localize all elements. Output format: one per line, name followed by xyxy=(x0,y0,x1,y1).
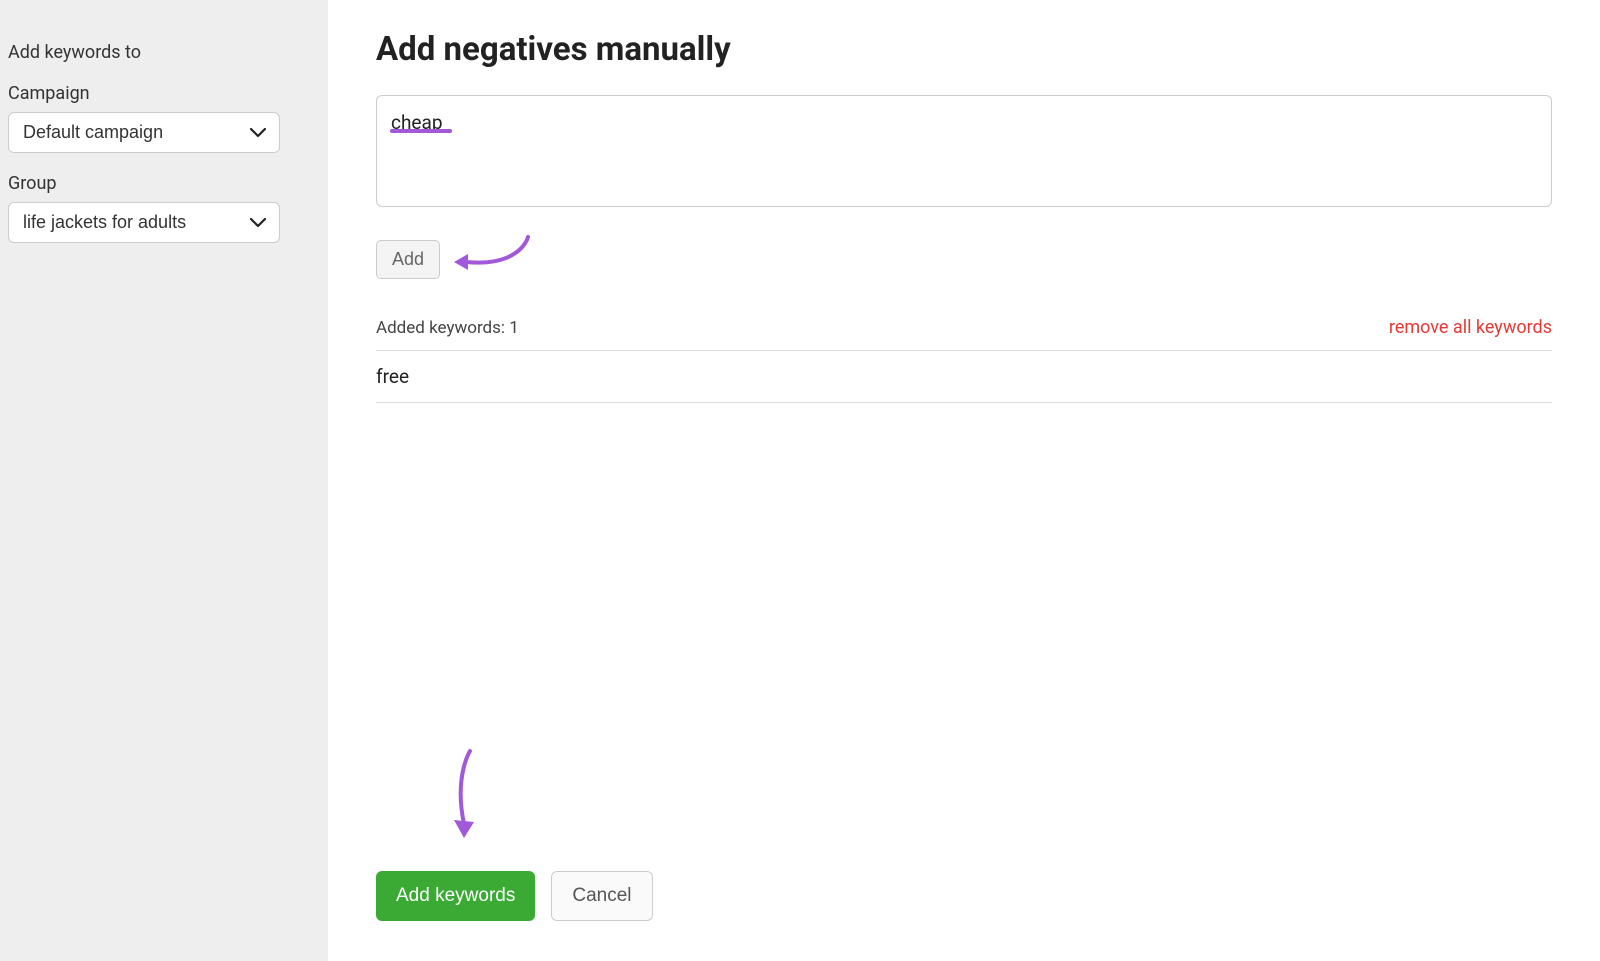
campaign-label: Campaign xyxy=(8,83,304,104)
annotation-arrow-icon xyxy=(442,746,492,851)
add-button[interactable]: Add xyxy=(376,240,440,279)
added-count-label: Added keywords: 1 xyxy=(376,318,519,338)
group-select[interactable]: life jackets for adults xyxy=(8,202,280,243)
remove-all-keywords-link[interactable]: remove all keywords xyxy=(1389,317,1552,338)
added-keywords-summary: Added keywords: 1 remove all keywords xyxy=(376,317,1552,351)
cancel-button[interactable]: Cancel xyxy=(551,871,652,921)
keyword-input-textarea[interactable] xyxy=(376,95,1552,207)
add-keywords-to-label: Add keywords to xyxy=(8,42,304,63)
footer-actions: Add keywords Cancel xyxy=(376,831,1552,921)
group-select-value: life jackets for adults xyxy=(23,212,186,232)
campaign-select[interactable]: Default campaign xyxy=(8,112,280,153)
added-keywords-list: free xyxy=(376,351,1552,403)
main-content: Add negatives manually Add Added keyword… xyxy=(328,0,1600,961)
annotation-arrow-icon xyxy=(446,232,536,287)
page-title: Add negatives manually xyxy=(376,30,1552,69)
add-keywords-button[interactable]: Add keywords xyxy=(376,871,535,921)
campaign-select-value: Default campaign xyxy=(23,122,163,142)
list-item: free xyxy=(376,351,1552,403)
group-label: Group xyxy=(8,173,304,194)
sidebar: Add keywords to Campaign Default campaig… xyxy=(0,0,328,961)
